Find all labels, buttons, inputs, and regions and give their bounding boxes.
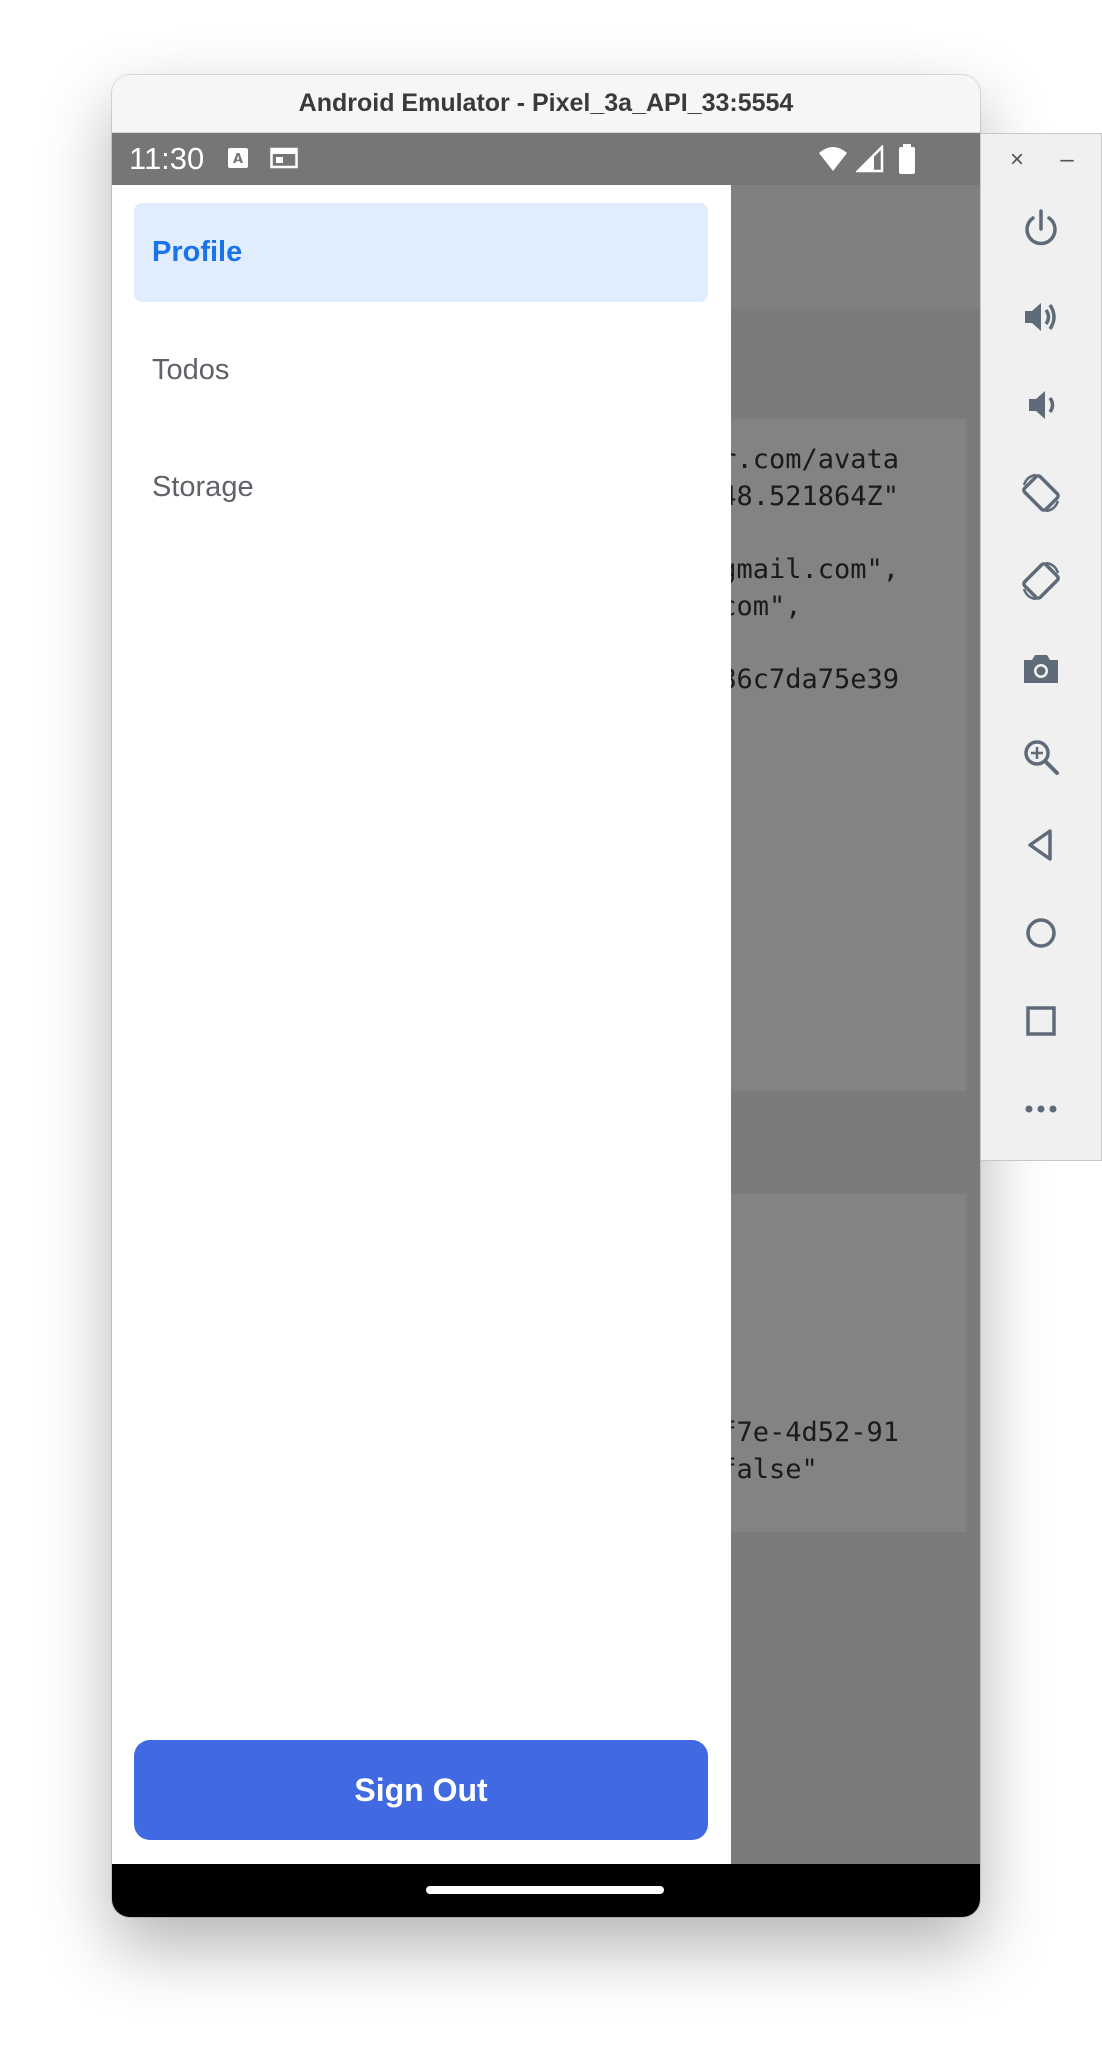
drawer-item-todos[interactable]: Todos xyxy=(134,321,708,420)
session-json-card: ", 4f7e-4d52-91 "false" xyxy=(704,1194,966,1532)
keyboard-notification-icon: A xyxy=(227,147,249,169)
status-bar: 11:30 A xyxy=(112,133,980,185)
code-line: ar.com/avata xyxy=(704,444,900,475)
signal-icon xyxy=(854,143,884,173)
wifi-icon xyxy=(818,145,848,173)
navigation-drawer: Profile Todos Storage Sign Out xyxy=(112,185,731,1864)
code-line: :48.521864Z" xyxy=(704,481,900,512)
camera-icon[interactable] xyxy=(1015,643,1067,695)
minimize-icon[interactable]: – xyxy=(1053,146,1081,174)
sign-out-button[interactable]: Sign Out xyxy=(134,1740,708,1840)
close-icon[interactable]: × xyxy=(1003,146,1031,174)
drawer-item-label: Todos xyxy=(152,354,230,386)
svg-text:A: A xyxy=(233,152,243,167)
battery-icon xyxy=(898,144,916,174)
rotate-right-icon[interactable] xyxy=(1015,555,1067,607)
rotate-left-icon[interactable] xyxy=(1015,467,1067,519)
power-icon[interactable] xyxy=(1015,203,1067,255)
emulator-toolbar: × – xyxy=(980,133,1102,1161)
window-title: Android Emulator - Pixel_3a_API_33:5554 xyxy=(112,75,980,133)
status-time: 11:30 xyxy=(129,141,205,176)
home-icon[interactable] xyxy=(1015,907,1067,959)
volume-up-icon[interactable] xyxy=(1015,291,1067,343)
profile-json-card: ar.com/avata :48.521864Z" @gmail.com", .… xyxy=(704,419,966,1091)
drawer-item-label: Profile xyxy=(152,236,243,268)
drawer-item-storage[interactable]: Storage xyxy=(134,438,708,537)
code-line: 4f7e-4d52-91 xyxy=(704,1417,900,1448)
toolbar-header: × – xyxy=(981,134,1101,184)
system-nav-bar xyxy=(112,1864,980,1917)
drawer-item-profile[interactable]: Profile xyxy=(134,203,708,302)
device-screen: 11:30 A ar.com/avata :48.521864Z" @gmail… xyxy=(112,133,980,1917)
emulator-window: Android Emulator - Pixel_3a_API_33:5554 … xyxy=(112,75,980,1917)
more-icon[interactable] xyxy=(1015,1083,1067,1135)
overview-icon[interactable] xyxy=(1015,995,1067,1047)
zoom-icon[interactable] xyxy=(1015,731,1067,783)
code-line: @gmail.com", xyxy=(704,554,900,585)
calendar-notification-icon xyxy=(270,147,298,169)
code-line: -86c7da75e39 xyxy=(704,664,900,695)
drawer-item-label: Storage xyxy=(152,471,254,503)
back-icon[interactable] xyxy=(1015,819,1067,871)
volume-down-icon[interactable] xyxy=(1015,379,1067,431)
home-gesture-handle[interactable] xyxy=(426,1886,664,1894)
